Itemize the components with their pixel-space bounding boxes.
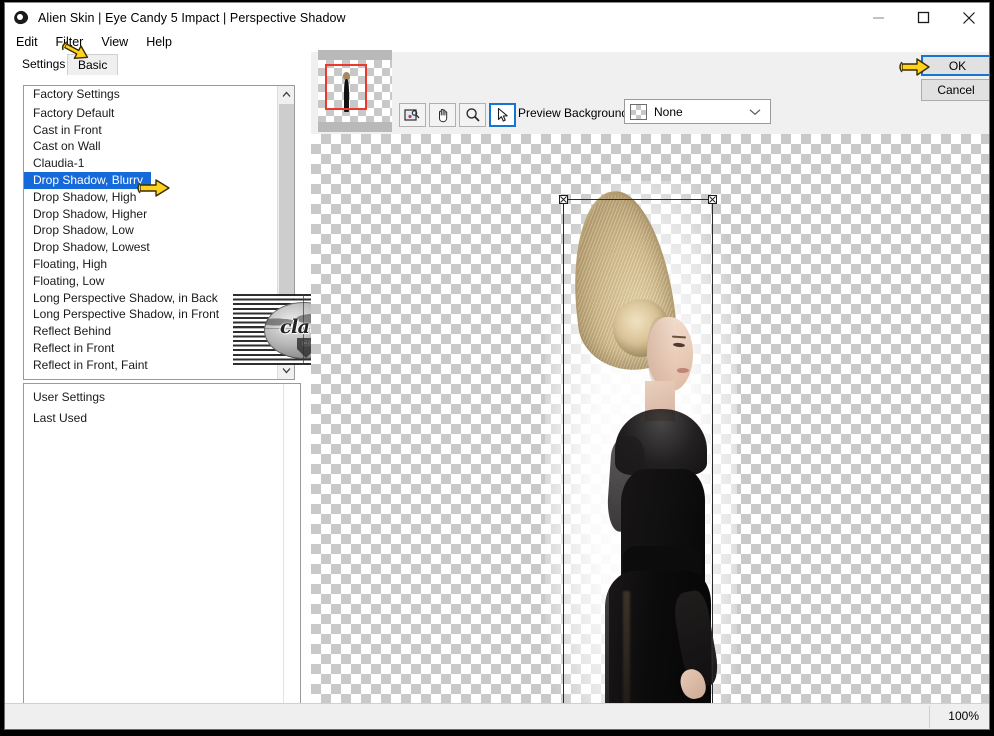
- preset-list-scrollbar[interactable]: [277, 86, 294, 379]
- zoom-level-indicator: 100%: [948, 709, 979, 723]
- list-item[interactable]: Long Perspective Shadow, in Front: [24, 306, 279, 323]
- pan-hand-icon[interactable]: [429, 103, 456, 127]
- chevron-down-icon[interactable]: [749, 103, 761, 121]
- factory-settings-list[interactable]: Factory Settings Factory Default Cast in…: [23, 85, 295, 380]
- preview-background-label: Preview Background:: [518, 106, 632, 120]
- factory-settings-scroll-content: Factory Settings Factory Default Cast in…: [24, 86, 279, 379]
- list-item[interactable]: Reflect in Front: [24, 340, 279, 357]
- list-item[interactable]: Factory Default: [24, 105, 279, 122]
- list-item[interactable]: Reflect Behind: [24, 323, 279, 340]
- list-item[interactable]: User Settings: [24, 387, 284, 408]
- user-settings-list[interactable]: User Settings Last Used: [23, 383, 301, 729]
- minimize-icon[interactable]: [856, 3, 901, 32]
- list-item[interactable]: Floating, Low: [24, 273, 279, 290]
- preview-background-value: None: [654, 104, 683, 119]
- menu-filter[interactable]: Filter: [56, 35, 93, 49]
- menu-edit[interactable]: Edit: [16, 35, 47, 49]
- eye-candy-icon: [12, 9, 30, 26]
- tab-basic[interactable]: Basic: [67, 54, 119, 75]
- selection-handle-top-right[interactable]: [708, 195, 717, 204]
- settings-panel: Factory Settings Factory Default Cast in…: [5, 75, 311, 729]
- list-item[interactable]: Floating, High: [24, 256, 279, 273]
- transparent-checker-swatch: [630, 103, 647, 120]
- titlebar: Alien Skin | Eye Candy 5 Impact | Perspe…: [5, 3, 989, 32]
- list-item[interactable]: Drop Shadow, Low: [24, 222, 279, 239]
- preview-toolbar: [399, 102, 519, 128]
- scrollbar-thumb[interactable]: [279, 104, 294, 316]
- plugin-dialog-window: Alien Skin | Eye Candy 5 Impact | Perspe…: [4, 2, 990, 730]
- list-item[interactable]: Drop Shadow, High: [24, 189, 279, 206]
- list-item[interactable]: Long Perspective Shadow, in Back: [24, 290, 279, 307]
- scroll-up-arrow-icon[interactable]: [278, 86, 294, 103]
- list-item[interactable]: Drop Shadow, Higher: [24, 206, 279, 223]
- window-controls: [856, 3, 989, 32]
- list-group-header: Factory Settings: [33, 87, 120, 101]
- statusbar: 100%: [5, 703, 989, 729]
- user-settings-content: User Settings Last Used: [24, 387, 284, 429]
- zoom-to-fit-icon[interactable]: [399, 103, 426, 127]
- list-item[interactable]: Cast in Front: [24, 122, 279, 139]
- menu-help[interactable]: Help: [146, 35, 181, 49]
- maximize-icon[interactable]: [901, 3, 946, 32]
- navigator-thumbnail[interactable]: [318, 50, 392, 132]
- list-item-selected[interactable]: Drop Shadow, Blurry: [24, 171, 152, 189]
- list-item[interactable]: Reflect in Front, Faint: [24, 357, 279, 374]
- navigator-viewport-rect[interactable]: [325, 64, 367, 110]
- selection-bounding-box[interactable]: [559, 195, 717, 713]
- window-title: Alien Skin | Eye Candy 5 Impact | Perspe…: [38, 10, 346, 25]
- list-item[interactable]: Claudia-1: [24, 155, 279, 172]
- magnifier-icon[interactable]: [459, 103, 486, 127]
- list-item[interactable]: Cast on Wall: [24, 138, 279, 155]
- close-icon[interactable]: [946, 3, 989, 32]
- list-item[interactable]: Last Used: [24, 408, 284, 429]
- preview-background-select[interactable]: None: [624, 99, 771, 124]
- list-item[interactable]: Drop Shadow, Lowest: [24, 239, 279, 256]
- selection-handle-top-left[interactable]: [559, 195, 568, 204]
- tabstrip: Settings Basic: [5, 52, 311, 75]
- cancel-button[interactable]: Cancel: [921, 79, 989, 101]
- ok-button[interactable]: OK: [921, 55, 989, 76]
- list-divider: [283, 384, 284, 729]
- list-item-selected-row: Drop Shadow, Blurry: [24, 171, 279, 189]
- arrow-select-icon[interactable]: [489, 103, 516, 127]
- menu-view[interactable]: View: [101, 35, 137, 49]
- preview-canvas[interactable]: [311, 134, 989, 713]
- statusbar-divider: [929, 706, 930, 728]
- scroll-down-arrow-icon[interactable]: [278, 362, 294, 379]
- menubar: Edit Filter View Help: [5, 32, 989, 52]
